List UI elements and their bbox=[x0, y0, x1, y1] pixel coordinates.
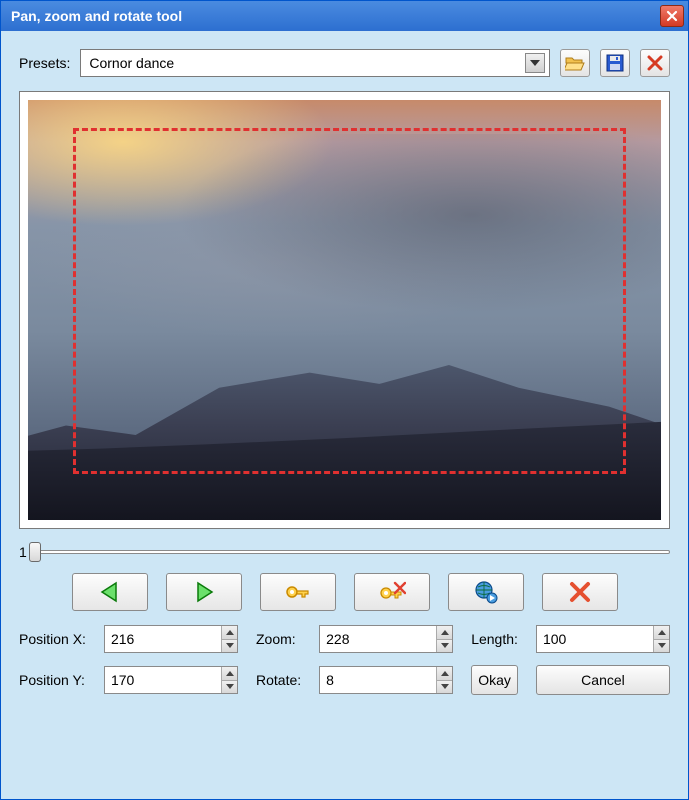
chevron-down-icon bbox=[525, 53, 545, 73]
close-icon bbox=[666, 10, 678, 22]
rotate-up[interactable] bbox=[437, 667, 452, 681]
load-preset-button[interactable] bbox=[560, 49, 590, 77]
selection-rectangle[interactable] bbox=[73, 128, 626, 474]
x-large-icon bbox=[569, 581, 591, 603]
position-x-label: Position X: bbox=[19, 631, 86, 647]
zoom-up[interactable] bbox=[437, 626, 452, 640]
timeline-row: 1 bbox=[19, 541, 670, 563]
key-delete-icon bbox=[378, 581, 406, 603]
globe-play-icon bbox=[474, 580, 498, 604]
triangle-right-icon bbox=[193, 581, 215, 603]
okay-button[interactable]: Okay bbox=[471, 665, 518, 695]
presets-selected: Cornor dance bbox=[89, 55, 525, 71]
dialog-window: Pan, zoom and rotate tool Presets: Corno… bbox=[0, 0, 689, 800]
length-label: Length: bbox=[471, 631, 518, 647]
triangle-left-icon bbox=[99, 581, 121, 603]
position-y-input[interactable] bbox=[105, 667, 221, 693]
key-icon bbox=[285, 582, 311, 602]
zoom-input[interactable] bbox=[320, 626, 436, 652]
preview-canvas[interactable] bbox=[28, 100, 661, 520]
x-icon bbox=[647, 55, 663, 71]
window-close-button[interactable] bbox=[660, 5, 684, 27]
rotate-down[interactable] bbox=[437, 681, 452, 694]
save-preset-button[interactable] bbox=[600, 49, 630, 77]
cancel-button[interactable]: Cancel bbox=[536, 665, 670, 695]
delete-preset-button[interactable] bbox=[640, 49, 670, 77]
params-grid: Position X: Zoom: Length: bbox=[19, 625, 670, 695]
slider-thumb[interactable] bbox=[29, 542, 41, 562]
position-x-down[interactable] bbox=[222, 640, 237, 653]
window-title: Pan, zoom and rotate tool bbox=[11, 8, 660, 24]
titlebar[interactable]: Pan, zoom and rotate tool bbox=[1, 1, 688, 31]
length-down[interactable] bbox=[654, 640, 669, 653]
rotate-input[interactable] bbox=[320, 667, 436, 693]
preview-play-button[interactable] bbox=[448, 573, 524, 611]
keyframe-toolbar bbox=[19, 573, 670, 611]
position-y-label: Position Y: bbox=[19, 672, 86, 688]
length-up[interactable] bbox=[654, 626, 669, 640]
presets-dropdown[interactable]: Cornor dance bbox=[80, 49, 550, 77]
add-keyframe-button[interactable] bbox=[260, 573, 336, 611]
presets-row: Presets: Cornor dance bbox=[19, 49, 670, 77]
position-x-spinner[interactable] bbox=[104, 625, 238, 653]
preview-container bbox=[19, 91, 670, 529]
timeline-slider[interactable] bbox=[35, 541, 670, 563]
rotate-label: Rotate: bbox=[256, 672, 301, 688]
floppy-disk-icon bbox=[606, 54, 624, 72]
position-x-input[interactable] bbox=[105, 626, 221, 652]
dialog-client: Presets: Cornor dance bbox=[1, 31, 688, 799]
clear-button[interactable] bbox=[542, 573, 618, 611]
remove-keyframe-button[interactable] bbox=[354, 573, 430, 611]
prev-keyframe-button[interactable] bbox=[72, 573, 148, 611]
next-keyframe-button[interactable] bbox=[166, 573, 242, 611]
zoom-down[interactable] bbox=[437, 640, 452, 653]
rotate-spinner[interactable] bbox=[319, 666, 453, 694]
zoom-spinner[interactable] bbox=[319, 625, 453, 653]
zoom-label: Zoom: bbox=[256, 631, 301, 647]
position-x-up[interactable] bbox=[222, 626, 237, 640]
position-y-down[interactable] bbox=[222, 681, 237, 694]
presets-label: Presets: bbox=[19, 55, 70, 71]
length-input[interactable] bbox=[537, 626, 653, 652]
timeline-position-label: 1 bbox=[19, 544, 27, 560]
position-y-up[interactable] bbox=[222, 667, 237, 681]
position-y-spinner[interactable] bbox=[104, 666, 238, 694]
folder-open-icon bbox=[565, 55, 585, 71]
slider-track bbox=[35, 550, 670, 554]
length-spinner[interactable] bbox=[536, 625, 670, 653]
